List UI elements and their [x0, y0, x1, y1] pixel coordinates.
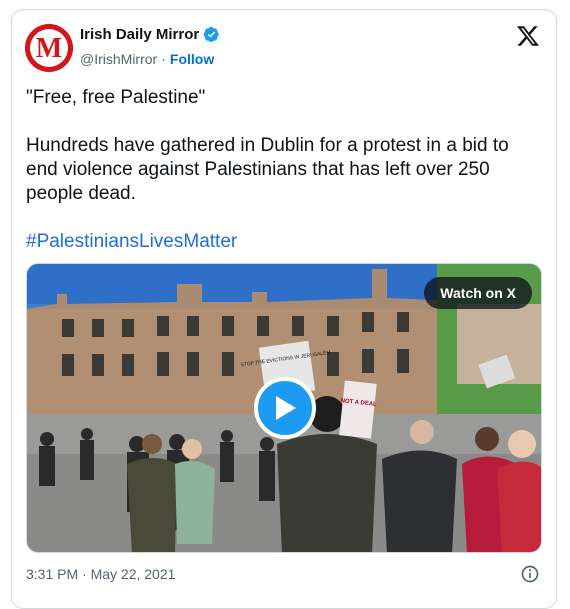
x-logo-icon[interactable]: [516, 24, 540, 48]
follow-button[interactable]: Follow: [170, 51, 214, 67]
mirror-logo-icon: M: [25, 24, 73, 72]
info-icon[interactable]: [520, 564, 540, 584]
account-handle[interactable]: @IrishMirror: [80, 51, 157, 67]
tweet-timestamp[interactable]: 3:31 PM · May 22, 2021: [26, 566, 175, 582]
handle-row: @IrishMirror · Follow: [80, 51, 214, 67]
account-name[interactable]: Irish Daily Mirror: [80, 26, 199, 43]
tweet-card: M Irish Daily Mirror @IrishMirror · Foll…: [11, 9, 557, 609]
verified-badge-icon: [203, 26, 219, 43]
tweet-body: Hundreds have gathered in Dublin for a p…: [26, 135, 509, 204]
name-row: Irish Daily Mirror: [80, 26, 220, 43]
watch-on-x-button[interactable]: Watch on X: [424, 277, 532, 309]
tweet-quote: "Free, free Palestine": [26, 87, 206, 108]
hashtag-link[interactable]: #PalestiniansLivesMatter: [26, 231, 237, 252]
video-player[interactable]: STOP THE EVICTIONS IN JERUSALEM NOT A DE…: [26, 263, 542, 553]
separator: ·: [161, 51, 166, 67]
play-button[interactable]: [254, 377, 316, 439]
svg-text:M: M: [36, 33, 62, 64]
play-icon: [276, 396, 296, 420]
tweet-text: "Free, free Palestine" Hundreds have gat…: [26, 86, 544, 254]
avatar[interactable]: M: [25, 24, 73, 72]
